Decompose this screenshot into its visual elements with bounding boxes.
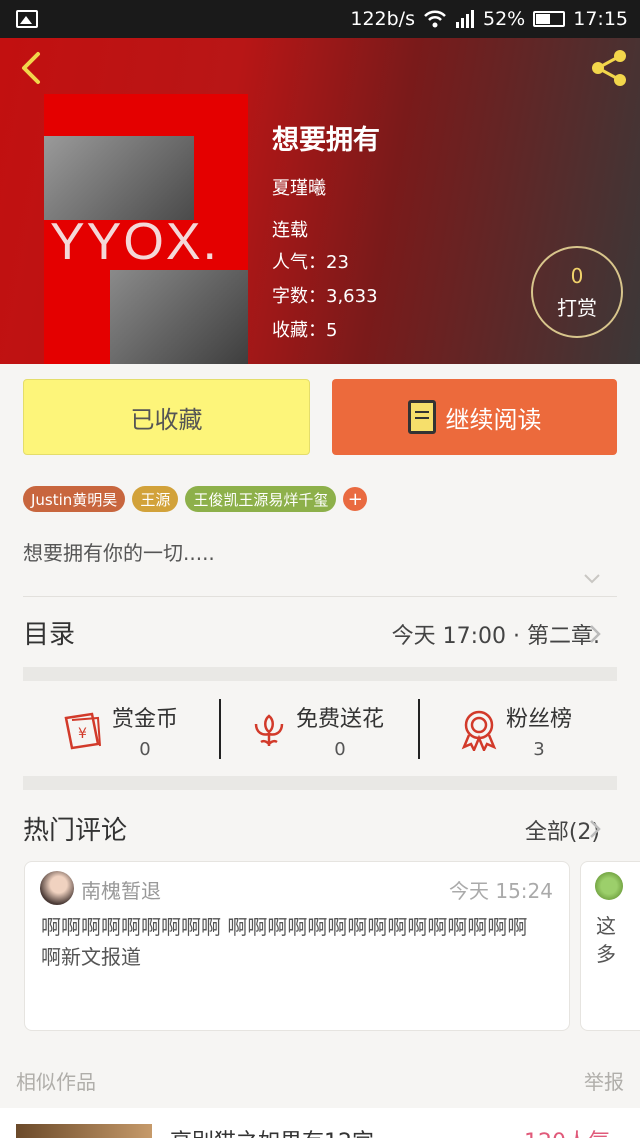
- flower-icon: [254, 714, 284, 746]
- continue-reading-button[interactable]: 继续阅读: [332, 379, 617, 455]
- book-icon: [407, 400, 436, 434]
- network-speed: 122b/s: [350, 8, 415, 30]
- section-divider: [23, 776, 617, 790]
- book-favorites: 收藏：5: [272, 320, 338, 341]
- report-link[interactable]: 举报: [584, 1066, 624, 1095]
- add-tag-button[interactable]: +: [343, 487, 368, 511]
- avatar[interactable]: [40, 871, 74, 905]
- stat-separator: [219, 699, 221, 759]
- comment-card[interactable]: 这多: [580, 861, 640, 1031]
- similar-works-title: 相似作品: [16, 1070, 96, 1094]
- comment-time: 今天 15:24: [449, 879, 553, 903]
- stat-label: 粉丝榜: [506, 706, 573, 732]
- tag-item[interactable]: 王俊凯王源易烊千玺: [185, 486, 337, 512]
- reward-label: 打赏: [557, 295, 597, 320]
- reward-count: 0: [570, 263, 584, 288]
- image-notification-icon: [16, 10, 38, 28]
- avatar[interactable]: [595, 872, 623, 900]
- book-summary: 想要拥有你的一切.....: [23, 541, 215, 565]
- clock: 17:15: [573, 8, 628, 30]
- signal-icon: [456, 10, 474, 28]
- divider: [23, 596, 617, 597]
- book-title: 想要拥有: [272, 125, 380, 156]
- continue-reading-label: 继续阅读: [445, 405, 542, 434]
- gold-coin-icon: ¥: [64, 712, 101, 750]
- tag-item[interactable]: 王源: [132, 486, 179, 512]
- book-cover[interactable]: YYOX.: [44, 94, 248, 364]
- similar-work-item[interactable]: 高别猫之如果有12宫 120人气: [0, 1108, 640, 1138]
- toc-latest-chapter[interactable]: 今天 17:00 · 第二章.: [392, 618, 600, 650]
- comment-username[interactable]: 南槐暂退: [81, 875, 161, 904]
- cover-photo-bottom: [110, 270, 248, 364]
- collected-button[interactable]: 已收藏: [23, 379, 310, 455]
- section-divider: [23, 667, 617, 681]
- comments-chevron-icon[interactable]: [588, 818, 602, 840]
- book-popularity: 人气：23: [272, 252, 349, 273]
- expand-chevron-icon[interactable]: [583, 570, 601, 588]
- stat-label: 免费送花: [296, 706, 385, 732]
- book-word-count: 字数：3,633: [272, 286, 378, 307]
- comment-text: 啊啊啊啊啊啊啊啊啊 啊啊啊啊啊啊啊啊啊啊啊啊啊啊啊啊新文报道: [41, 915, 528, 969]
- stat-separator: [418, 699, 420, 759]
- comment-card[interactable]: 南槐暂退 今天 15:24 啊啊啊啊啊啊啊啊啊 啊啊啊啊啊啊啊啊啊啊啊啊啊啊啊啊…: [24, 861, 570, 1031]
- cover-text: YYOX.: [50, 213, 219, 271]
- toc-label[interactable]: 目录: [23, 614, 75, 651]
- similar-work-popularity: 120人气: [524, 1124, 610, 1138]
- toc-chevron-icon[interactable]: [588, 623, 602, 645]
- reward-button[interactable]: 0 打赏: [531, 246, 623, 338]
- book-header: YYOX. 想要拥有 夏瑾曦 连载 人气：23 字数：3,633 收藏：5 0 …: [0, 38, 640, 364]
- stat-label: 赏金币: [112, 706, 179, 732]
- cover-photo-top: [44, 136, 194, 220]
- svg-text:¥: ¥: [78, 726, 87, 742]
- comment-text: 这多: [596, 914, 616, 966]
- battery-icon: [533, 11, 566, 27]
- cover-red-block: [194, 94, 248, 154]
- similar-work-title: 高别猫之如果有12宫: [170, 1124, 374, 1138]
- book-status: 连载: [272, 220, 308, 241]
- tag-item[interactable]: Justin黄明昊: [23, 486, 126, 512]
- tag-list: Justin黄明昊 王源 王俊凯王源易烊千玺 +: [23, 486, 368, 512]
- similar-work-thumbnail: [16, 1124, 152, 1138]
- stat-value: 3: [533, 738, 545, 760]
- stat-fan-ranking[interactable]: 粉丝榜 3: [460, 700, 572, 760]
- book-author[interactable]: 夏瑾曦: [272, 174, 326, 200]
- medal-icon: [461, 710, 497, 751]
- wifi-icon: [424, 10, 446, 28]
- stat-value: 0: [139, 738, 151, 760]
- share-icon[interactable]: [588, 48, 630, 88]
- status-bar: 122b/s 52% 17:15: [0, 0, 640, 38]
- stat-value: 0: [334, 738, 346, 760]
- hot-comments-title: 热门评论: [23, 816, 128, 846]
- stat-gold-coin[interactable]: ¥ 赏金币 0: [62, 700, 178, 760]
- battery-percent: 52%: [483, 8, 526, 30]
- stat-flower[interactable]: 免费送花 0: [250, 700, 384, 760]
- back-arrow-icon[interactable]: [14, 48, 48, 88]
